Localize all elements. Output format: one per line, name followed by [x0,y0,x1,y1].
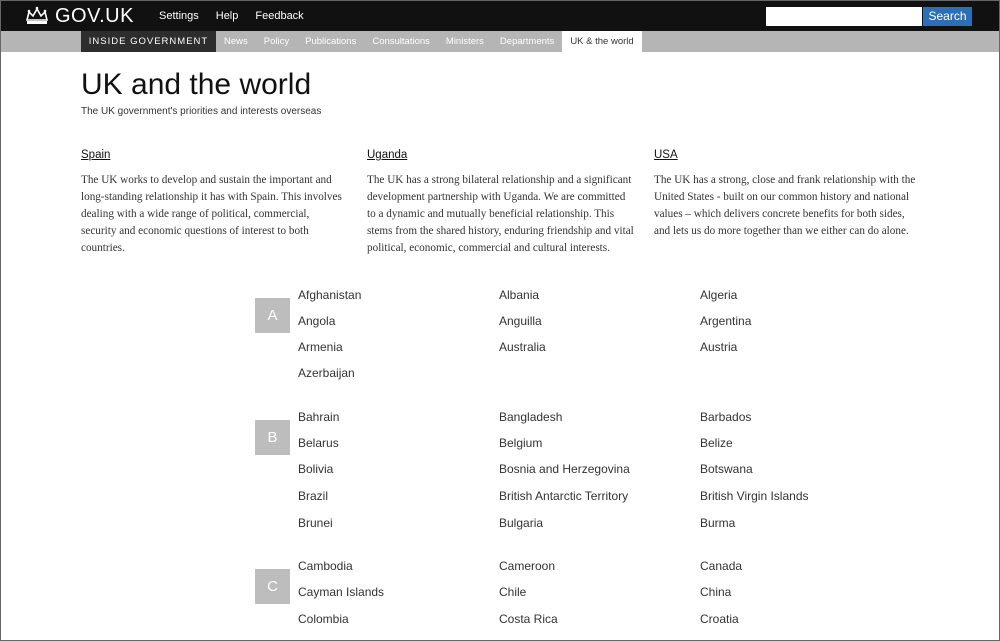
featured-country: Uganda The UK has a strong bilateral rel… [367,149,635,257]
subnav-ministers[interactable]: Ministers [438,31,492,52]
country-link[interactable]: Armenia [298,340,343,354]
country-link[interactable]: Croatia [700,612,739,626]
subnav-news[interactable]: News [216,31,256,52]
country-link[interactable]: Cayman Islands [298,585,384,599]
featured-country: USA The UK has a strong, close and frank… [654,149,916,240]
country-link[interactable]: Bulgaria [499,516,543,530]
country-link[interactable]: Bolivia [298,462,333,476]
section-nav-items: News Policy Publications Consultations M… [216,31,642,52]
country-link[interactable]: Bahrain [298,410,339,424]
country-link[interactable]: Cameroon [499,559,555,573]
country-link[interactable]: Austria [700,340,737,354]
country-link[interactable]: Colombia [298,612,349,626]
subnav-publications[interactable]: Publications [297,31,364,52]
letter-heading: C [255,569,290,604]
country-link[interactable]: British Virgin Islands [700,489,809,503]
nav-settings-link[interactable]: Settings [159,10,199,22]
country-link[interactable]: Cambodia [298,559,353,573]
country-link[interactable]: Algeria [700,288,737,302]
country-link[interactable]: Botswana [700,462,753,476]
featured-country-description: The UK works to develop and sustain the … [81,174,342,254]
featured-country-link[interactable]: USA [654,149,916,161]
country-link[interactable]: Belarus [298,436,339,450]
inside-government-link[interactable]: INSIDE GOVERNMENT [81,31,216,52]
letter-heading: A [255,298,290,333]
nav-help-link[interactable]: Help [216,10,239,22]
country-link[interactable]: Costa Rica [499,612,558,626]
country-link[interactable]: Afghanistan [298,288,361,302]
letter-heading: B [255,420,290,455]
country-link[interactable]: Brunei [298,516,333,530]
country-link[interactable]: Belgium [499,436,542,450]
country-link[interactable]: British Antarctic Territory [499,489,628,503]
top-nav: Settings Help Feedback [159,1,321,31]
country-link[interactable]: Belize [700,436,733,450]
country-link[interactable]: Canada [700,559,742,573]
country-link[interactable]: Bosnia and Herzegovina [499,462,630,476]
search-input[interactable] [766,7,922,26]
country-link[interactable]: Brazil [298,489,328,503]
country-link[interactable]: Angola [298,314,335,328]
logo-text: GOV.UK [55,4,134,27]
country-link[interactable]: Bangladesh [499,410,562,424]
search-button[interactable]: Search [923,7,972,26]
country-link[interactable]: China [700,585,731,599]
country-link[interactable]: Albania [499,288,539,302]
subnav-policy[interactable]: Policy [256,31,297,52]
top-header: GOV.UK Settings Help Feedback Search [1,1,999,31]
featured-country-description: The UK has a strong, close and frank rel… [654,174,916,237]
country-link[interactable]: Anguilla [499,314,542,328]
subnav-uk-and-the-world[interactable]: UK & the world [562,31,642,52]
section-nav: INSIDE GOVERNMENT News Policy Publicatio… [1,31,999,52]
subnav-consultations[interactable]: Consultations [364,31,438,52]
country-link[interactable]: Azerbaijan [298,366,355,380]
featured-country-link[interactable]: Spain [81,149,343,161]
page-subtitle: The UK government's priorities and inter… [81,106,322,117]
featured-country: Spain The UK works to develop and sustai… [81,149,343,257]
featured-country-description: The UK has a strong bilateral relationsh… [367,174,634,254]
country-link[interactable]: Barbados [700,410,751,424]
page-title: UK and the world [81,68,312,101]
country-link[interactable]: Chile [499,585,526,599]
country-link[interactable]: Burma [700,516,735,530]
featured-country-link[interactable]: Uganda [367,149,635,161]
subnav-departments[interactable]: Departments [492,31,562,52]
country-link[interactable]: Argentina [700,314,751,328]
crown-icon [25,6,49,26]
govuk-logo[interactable]: GOV.UK [25,4,134,28]
country-link[interactable]: Australia [499,340,546,354]
nav-feedback-link[interactable]: Feedback [255,10,303,22]
